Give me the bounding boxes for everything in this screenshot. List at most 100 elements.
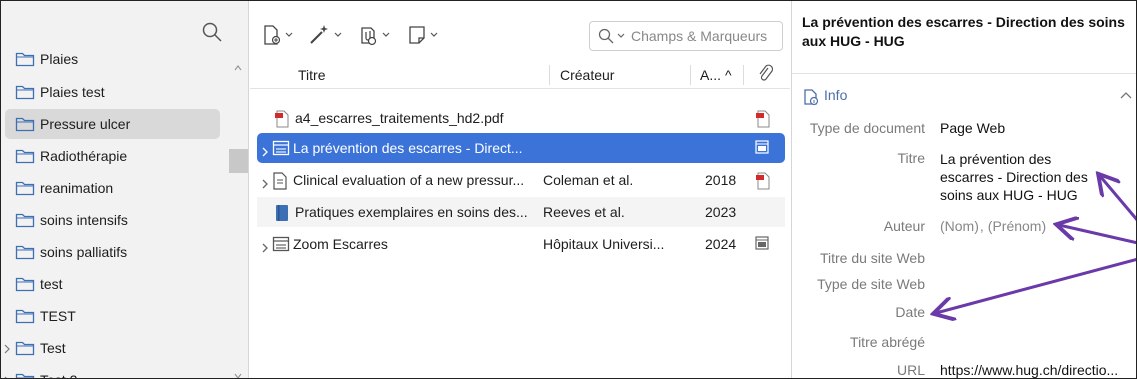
folder-icon	[15, 372, 37, 378]
author-last-name[interactable]: (Nom)	[940, 218, 979, 234]
collection-item[interactable]: Plaies test	[5, 77, 220, 107]
collection-item[interactable]: Radiothérapie	[5, 141, 220, 171]
scrollbar-thumb[interactable]	[229, 149, 248, 173]
chevron-right-icon[interactable]	[3, 341, 11, 354]
item-year: 2023	[705, 204, 737, 220]
search-icon	[598, 28, 614, 44]
paperclip-icon[interactable]	[757, 64, 774, 87]
collection-label: test	[40, 276, 63, 292]
zotero-window: Plaies Plaies test Pressure ulcer Radiothér…	[0, 0, 1137, 379]
new-item-button[interactable]	[262, 23, 293, 47]
collection-label: reanimation	[40, 180, 114, 196]
folder-icon	[15, 116, 37, 132]
chevron-down-icon	[285, 32, 293, 37]
collection-label: Plaies	[40, 51, 79, 67]
field-label-site-type: Type de site Web	[817, 276, 925, 292]
info-section-label: Info	[824, 87, 848, 103]
collection-item[interactable]: Plaies	[5, 44, 220, 74]
collection-item[interactable]: Test 2	[5, 365, 220, 378]
divider	[792, 73, 1136, 74]
chevron-up-icon[interactable]	[1120, 91, 1132, 99]
column-divider[interactable]	[549, 65, 550, 85]
item-creator: Hôpitaux Universi...	[543, 236, 665, 252]
new-note-button[interactable]	[407, 23, 438, 47]
items-pane: Champs & Marqueurs Titre Créateur A... ^ …	[250, 1, 790, 378]
item-row[interactable]: La prévention des escarres - Direct...	[257, 133, 785, 163]
chevron-right-icon[interactable]	[3, 373, 11, 378]
chevron-right-icon[interactable]	[261, 144, 269, 157]
item-title: Zoom Escarres	[293, 236, 388, 252]
add-attachment-button[interactable]	[357, 23, 390, 47]
add-by-identifier-button[interactable]	[307, 23, 342, 47]
collection-label: Radiothérapie	[40, 148, 128, 164]
item-title: Pratiques exemplaires en soins des...	[295, 204, 528, 220]
item-year: 2024	[705, 236, 737, 252]
folder-icon	[15, 212, 37, 228]
chevron-down-icon[interactable]	[617, 33, 625, 39]
item-year: 2018	[705, 172, 737, 188]
field-value-author[interactable]: (Nom), (Prénom)	[940, 218, 1046, 234]
chevron-down-icon	[430, 32, 438, 37]
collection-item[interactable]: soins intensifs	[5, 205, 220, 235]
field-value-title[interactable]: La prévention des escarres - Direction d…	[940, 150, 1108, 204]
search-input[interactable]: Champs & Marqueurs	[589, 21, 783, 51]
field-label-date: Date	[895, 304, 925, 320]
info-document-icon	[804, 89, 819, 106]
pdf-icon[interactable]	[755, 172, 770, 190]
column-divider[interactable]	[690, 65, 691, 85]
folder-icon	[15, 148, 37, 164]
new-item-icon	[264, 25, 281, 45]
item-pane: La prévention des escarres - Direction d…	[791, 1, 1136, 378]
magic-wand-icon	[310, 25, 328, 44]
folder-icon	[15, 308, 37, 324]
field-label-site-title: Titre du site Web	[819, 250, 925, 266]
item-row[interactable]: Zoom Escarres Hôpitaux Universi... 2024	[257, 229, 785, 259]
items-toolbar: Champs & Marqueurs	[250, 1, 790, 57]
item-row[interactable]: Clinical evaluation of a new pressur... C…	[257, 165, 785, 195]
collection-item[interactable]: reanimation	[5, 173, 220, 203]
collection-label: Test	[40, 340, 66, 356]
attachment-icon	[361, 27, 377, 46]
field-label-type: Type de document	[809, 120, 925, 136]
scroll-down-icon[interactable]	[234, 367, 242, 378]
info-section-header[interactable]: Info	[802, 85, 1132, 107]
chevron-right-icon[interactable]	[261, 240, 269, 253]
column-year-label: A...	[700, 67, 722, 83]
author-first-name[interactable]: (Prénom)	[988, 218, 1046, 234]
collections-pane: Plaies Plaies test Pressure ulcer Radiothér…	[1, 1, 249, 378]
column-divider[interactable]	[743, 65, 744, 85]
item-title: a4_escarres_traitements_hd2.pdf	[295, 110, 504, 126]
folder-icon	[15, 84, 37, 100]
journal-article-icon	[272, 172, 290, 190]
collection-label: TEST	[40, 308, 76, 324]
book-icon	[274, 204, 292, 221]
field-value-url[interactable]: https://www.hug.ch/directio...	[940, 362, 1118, 378]
webpage-icon	[272, 140, 290, 156]
chevron-right-icon[interactable]	[261, 176, 269, 189]
collection-item[interactable]: Pressure ulcer	[5, 109, 220, 139]
item-row[interactable]: Pratiques exemplaires en soins des... Ree…	[257, 197, 785, 227]
column-creator[interactable]: Créateur	[560, 67, 614, 83]
field-label-title: Titre	[897, 150, 925, 166]
folder-icon	[15, 276, 37, 292]
column-year[interactable]: A... ^	[700, 67, 732, 83]
collection-item[interactable]: TEST	[5, 301, 220, 331]
pdf-icon[interactable]	[755, 110, 770, 128]
scroll-up-icon[interactable]	[234, 59, 242, 71]
collection-item[interactable]: test	[5, 269, 220, 299]
item-row[interactable]: a4_escarres_traitements_hd2.pdf	[257, 103, 785, 133]
column-title[interactable]: Titre	[298, 67, 325, 83]
field-value-type[interactable]: Page Web	[940, 120, 1005, 136]
snapshot-icon[interactable]	[755, 140, 769, 156]
item-creator: Coleman et al.	[543, 172, 634, 188]
collection-item[interactable]: soins palliatifs	[5, 237, 220, 267]
snapshot-icon[interactable]	[755, 236, 769, 252]
field-label-short-title: Titre abrégé	[850, 334, 925, 350]
collection-label: Test 2	[40, 372, 77, 378]
item-title: Clinical evaluation of a new pressur...	[293, 172, 525, 188]
folder-icon	[15, 340, 37, 356]
chevron-down-icon	[334, 32, 342, 37]
search-icon[interactable]	[201, 21, 223, 43]
chevron-down-icon	[382, 32, 390, 37]
collection-item[interactable]: Test	[5, 333, 220, 363]
